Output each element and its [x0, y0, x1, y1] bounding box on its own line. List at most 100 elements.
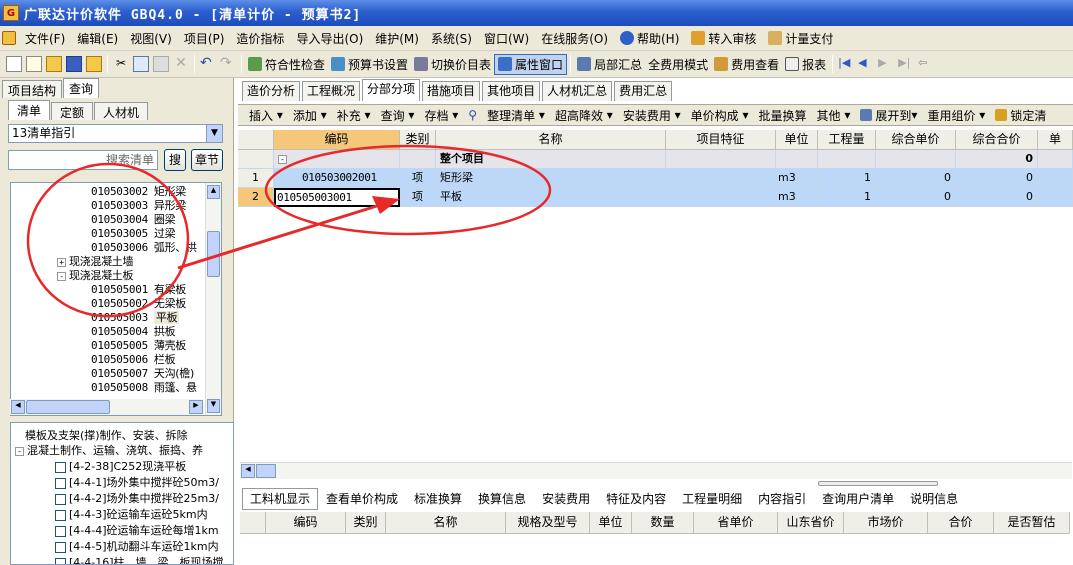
collapse-icon[interactable]: - — [57, 272, 66, 281]
tab-project-structure[interactable]: 项目结构 — [2, 80, 63, 98]
menu-online-service[interactable]: 在线服务(O) — [535, 30, 614, 47]
cell-unit-price[interactable]: 0 — [876, 169, 956, 188]
menu-maintain[interactable]: 维护(M) — [369, 30, 425, 47]
total-row-feature[interactable] — [666, 150, 776, 169]
quota-group[interactable]: 模板及支架(撑)制作、安装、拆除 — [25, 427, 188, 443]
total-row-total[interactable]: 0 — [956, 150, 1038, 169]
menu-audit[interactable]: 转入审核 — [685, 30, 762, 47]
quota-item[interactable]: [4-4-3]砼运输车运砼5km内 — [55, 506, 208, 522]
splitter-handle[interactable] — [818, 481, 938, 486]
last-page-icon[interactable]: ▶| — [898, 56, 914, 72]
cell-type[interactable]: 项 — [400, 188, 436, 207]
checkbox[interactable] — [55, 461, 66, 473]
menu-project[interactable]: 项目(P) — [178, 30, 231, 47]
tab-description[interactable]: 说明信息 — [902, 488, 966, 510]
checkbox[interactable] — [55, 541, 66, 553]
prev-page-icon[interactable]: ◀ — [858, 56, 874, 72]
bcol-spec[interactable]: 规格及型号 — [506, 512, 590, 534]
bcol-market-price[interactable]: 市场价 — [844, 512, 928, 534]
cell-extra[interactable] — [1038, 188, 1073, 207]
grid-hscrollbar[interactable]: ◀ — [240, 462, 1072, 479]
scroll-thumb[interactable] — [207, 231, 220, 277]
query-button[interactable]: 查询 ▾ — [376, 107, 420, 124]
checkbox[interactable] — [55, 557, 66, 564]
cut-icon[interactable]: ✂ — [113, 56, 129, 72]
all-fee-mode-button[interactable]: 全费用模式 — [645, 54, 711, 75]
menu-payment[interactable]: 计量支付 — [762, 30, 839, 47]
checkbox[interactable] — [55, 477, 66, 489]
total-row-price[interactable] — [876, 150, 956, 169]
tree-scrollbar[interactable]: ▲ ▼ — [205, 183, 221, 415]
menu-window[interactable]: 窗口(W) — [478, 30, 535, 47]
cell-feature[interactable] — [666, 169, 776, 188]
cell-feature[interactable] — [666, 188, 776, 207]
menu-file[interactable]: 文件(F) — [19, 30, 71, 47]
quota-item[interactable]: [4-4-4]砼运输车运砼每增1km — [55, 522, 219, 538]
tab-quota[interactable]: 定额 — [51, 102, 94, 120]
tab-sub-items[interactable]: 分部分项 — [362, 79, 421, 101]
expand-icon[interactable]: + — [57, 258, 66, 267]
total-row-type[interactable] — [400, 150, 436, 169]
bcol-unit[interactable]: 单位 — [590, 512, 632, 534]
tab-content-guide[interactable]: 内容指引 — [750, 488, 814, 510]
checkbox[interactable] — [55, 493, 66, 505]
tree-item[interactable]: 010505008 雨篷、悬 — [91, 379, 197, 395]
tree-hscrollbar[interactable]: ◀ ▶ — [10, 399, 204, 415]
tab-labor-summary[interactable]: 人材机汇总 — [542, 81, 613, 101]
budget-settings-button[interactable]: 预算书设置 — [328, 54, 411, 75]
height-reduction-button[interactable]: 超高降效 ▾ — [550, 107, 618, 124]
reuse-price-button[interactable]: 重用组价 ▾ — [922, 107, 990, 124]
tab-standard-convert[interactable]: 标准换算 — [406, 488, 470, 510]
bcol-provisional[interactable]: 是否暂估 — [994, 512, 1070, 534]
report-button[interactable]: 报表 — [782, 54, 829, 75]
col-header-unit[interactable]: 单位 — [776, 130, 818, 150]
quota-item[interactable]: [4-4-2]场外集中搅拌砼25m3/ — [55, 490, 219, 506]
scroll-left-icon[interactable]: ◀ — [11, 400, 25, 414]
total-row-name[interactable]: 整个项目 — [436, 150, 666, 169]
col-header-feature[interactable]: 项目特征 — [666, 130, 776, 150]
back-icon[interactable]: ⇦ — [918, 56, 934, 72]
switch-price-button[interactable]: 切换价目表 — [411, 54, 494, 75]
tab-other-items[interactable]: 其他项目 — [482, 81, 541, 101]
search-input[interactable]: 搜索清单 — [8, 150, 158, 170]
unit-price-button[interactable]: 单价构成 ▾ — [686, 107, 754, 124]
fee-view-button[interactable]: 费用查看 — [711, 54, 782, 75]
search-button[interactable]: 搜 — [164, 149, 186, 171]
next-page-icon[interactable]: ▶ — [878, 56, 894, 72]
col-header-quantity[interactable]: 工程量 — [818, 130, 876, 150]
tab-cost-analysis[interactable]: 造价分析 — [242, 81, 301, 101]
tab-user-bill-query[interactable]: 查询用户清单 — [814, 488, 902, 510]
expand-to-button[interactable]: 展开到 ▾ — [855, 107, 922, 124]
insert-button[interactable]: 插入 ▾ — [244, 107, 288, 124]
total-row-code[interactable]: - — [274, 150, 400, 169]
delete-icon[interactable]: ✕ — [173, 56, 189, 72]
organize-bill-button[interactable]: 整理清单 ▾ — [482, 107, 550, 124]
lock-button[interactable]: 锁定清 — [990, 107, 1051, 124]
cell-quantity[interactable]: 1 — [818, 188, 876, 207]
library-select[interactable]: 13清单指引 ▼ — [8, 124, 223, 143]
quota-item[interactable]: [4-4-5]机动翻斗车运砼1km内 — [55, 538, 219, 554]
tab-query[interactable]: 查询 — [63, 78, 100, 98]
checkbox[interactable] — [55, 525, 66, 537]
redo-icon[interactable]: ↷ — [220, 56, 236, 72]
install-fee-button[interactable]: 安装费用 ▾ — [618, 107, 686, 124]
tab-project-overview[interactable]: 工程概况 — [302, 81, 361, 101]
bcol-quantity[interactable]: 数量 — [632, 512, 694, 534]
quota-group[interactable]: - 混凝土制作、运输、浇筑、振捣、养 — [15, 442, 203, 458]
scroll-left-icon[interactable]: ◀ — [241, 464, 255, 478]
cell-extra[interactable] — [1038, 169, 1073, 188]
archive-button[interactable]: 存档 ▾ — [419, 107, 463, 124]
total-row-qty[interactable] — [818, 150, 876, 169]
supplement-button[interactable]: 补充 ▾ — [332, 107, 376, 124]
quota-item[interactable]: [4-2-38]C252现浇平板 — [55, 458, 186, 474]
tab-features[interactable]: 特征及内容 — [598, 488, 674, 510]
property-window-button[interactable]: 属性窗口 — [494, 53, 568, 75]
add-button[interactable]: 添加 ▾ — [288, 107, 332, 124]
folder-icon[interactable] — [86, 56, 102, 72]
tab-labor-material-display[interactable]: 工料机显示 — [242, 488, 319, 510]
tab-fee-summary[interactable]: 费用汇总 — [614, 81, 673, 101]
tab-install-fee[interactable]: 安装费用 — [534, 488, 598, 510]
col-header-code[interactable]: 编码 — [274, 130, 400, 150]
menu-view[interactable]: 视图(V) — [124, 30, 178, 47]
chevron-down-icon[interactable]: ▼ — [206, 125, 222, 142]
